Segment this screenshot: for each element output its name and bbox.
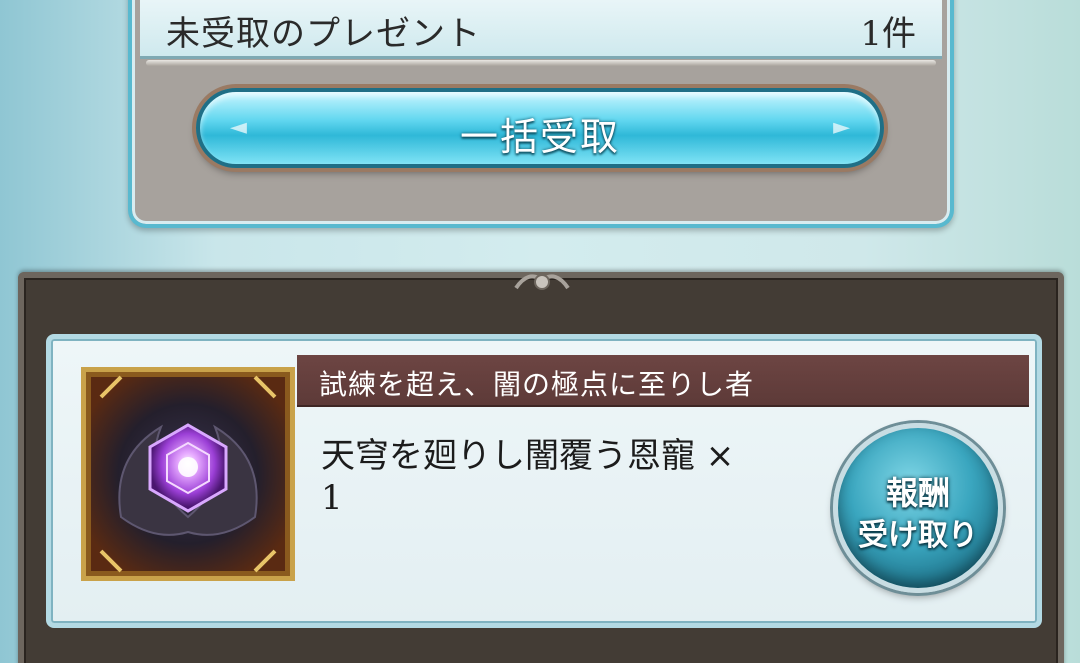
mission-title: 試練を超え、闇の極点に至りし者 [319,368,755,401]
mission-list-frame: 試練を超え、闇の極点に至りし者 天穹を廻りし闇覆う恩寵 × 1 報酬 受け取り [18,272,1064,663]
reward-quantity: 1 [321,478,343,518]
frame-crest-icon [514,274,570,290]
unreceived-present-count: 1件 [860,14,916,54]
divider-rail [146,60,936,66]
receive-all-label: 一括受取 [459,115,620,159]
claim-reward-button[interactable]: 報酬 受け取り [833,423,1003,593]
present-summary-panel: 未受取のプレゼント 1件 ◄ 一括受取 ► [128,0,954,228]
mission-card: 試練を超え、闇の極点に至りし者 天穹を廻りし闇覆う恩寵 × 1 報酬 受け取り [46,334,1042,628]
present-summary-header: 未受取のプレゼント 1件 [140,0,942,59]
mission-title-bar: 試練を超え、闇の極点に至りし者 [297,355,1029,407]
reward-name: 天穹を廻りし闇覆う恩寵 × [321,436,735,476]
dark-gem-icon [81,367,295,581]
claim-reward-label-line1: 報酬 [885,474,950,512]
reward-description: 天穹を廻りし闇覆う恩寵 × 1 [321,435,841,519]
unreceived-present-label: 未受取のプレゼント [166,14,481,54]
claim-reward-label-line2: 受け取り [858,518,978,553]
receive-all-button[interactable]: ◄ 一括受取 ► [196,88,884,168]
ornament-right-icon: ► [833,115,850,140]
